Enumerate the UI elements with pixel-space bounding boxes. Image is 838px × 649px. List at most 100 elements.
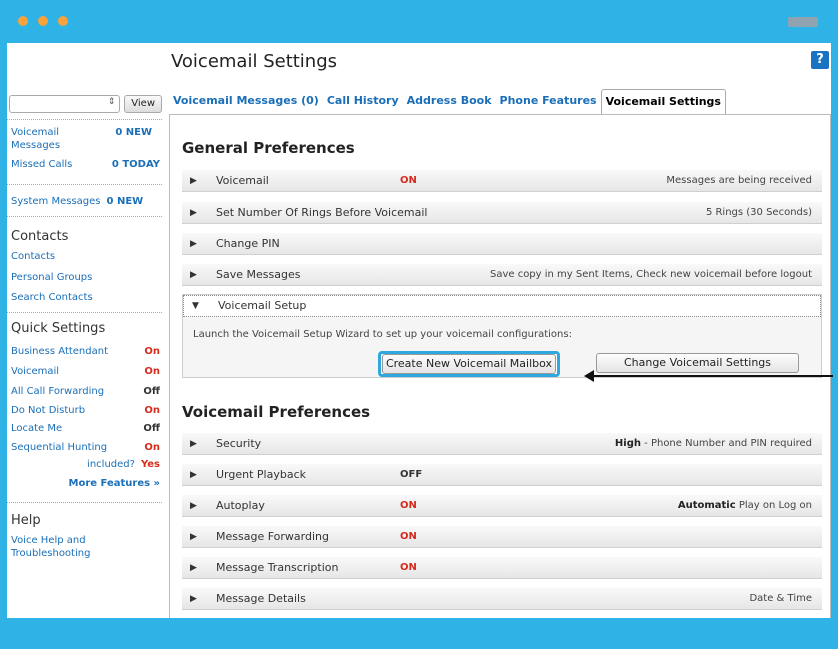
sidebar-item-search-contacts[interactable]: Search Contacts: [7, 288, 162, 308]
pref-value: ON: [400, 531, 417, 542]
quick-setting-sequential-hunting[interactable]: Sequential Hunting On: [7, 438, 162, 458]
view-selector-row: ⇕ View: [7, 95, 162, 113]
pref-row-urgent-playback[interactable]: ▶ Urgent Playback OFF: [182, 464, 822, 486]
collapse-arrow-icon[interactable]: ▼: [192, 296, 199, 316]
quick-setting-state[interactable]: Off: [143, 382, 160, 402]
pref-row-message-details[interactable]: ▶ Message Details Date & Time: [182, 588, 822, 610]
sidebar-item-voicemail-messages[interactable]: Voicemail Messages 0 NEW: [7, 126, 162, 152]
pref-value: ON: [400, 500, 417, 511]
expand-arrow-icon[interactable]: ▶: [190, 233, 197, 255]
quick-setting-state[interactable]: On: [144, 362, 160, 382]
expand-arrow-icon[interactable]: ▶: [190, 526, 197, 548]
pref-description: High - Phone Number and PIN required: [615, 433, 812, 455]
sidebar-item-label[interactable]: Contacts: [11, 250, 55, 267]
more-features-link[interactable]: More Features »: [7, 474, 162, 494]
pref-row-security[interactable]: ▶ Security High - Phone Number and PIN r…: [182, 433, 822, 455]
view-select[interactable]: ⇕: [9, 95, 121, 113]
quick-settings-heading: Quick Settings: [11, 321, 106, 336]
minimize-window-icon[interactable]: [38, 16, 48, 26]
expand-arrow-icon[interactable]: ▶: [190, 557, 197, 579]
quick-setting-label[interactable]: All Call Forwarding: [11, 382, 104, 402]
quick-setting-label[interactable]: Business Attendant: [11, 342, 108, 362]
expand-arrow-icon[interactable]: ▶: [190, 202, 197, 224]
sidebar-item-contacts[interactable]: Contacts: [7, 250, 162, 267]
voicemail-preferences-title: Voicemail Preferences: [182, 403, 371, 421]
help-link[interactable]: Voice Help and Troubleshooting: [7, 534, 107, 560]
quick-setting-business-attendant[interactable]: Business Attendant On: [7, 342, 162, 362]
expand-arrow-icon[interactable]: ▶: [190, 495, 197, 517]
quick-setting-label[interactable]: Locate Me: [11, 419, 62, 438]
quick-setting-locate-me[interactable]: Locate Me Off: [7, 419, 162, 438]
tab-voicemail-settings[interactable]: Voicemail Settings: [600, 89, 726, 115]
page-title: Voicemail Settings: [171, 51, 338, 72]
pref-row-change-pin[interactable]: ▶ Change PIN: [182, 233, 822, 255]
sidebar-item-label[interactable]: Missed Calls: [11, 158, 72, 171]
pref-description-text: - Phone Number and PIN required: [640, 438, 812, 449]
pref-row-save-messages[interactable]: ▶ Save Messages Save copy in my Sent Ite…: [182, 264, 822, 286]
change-voicemail-settings-button[interactable]: Change Voicemail Settings: [596, 353, 799, 373]
window-frame-right: [831, 43, 838, 618]
sidebar: ⇕ View Voicemail Messages 0 NEW Missed C…: [7, 95, 162, 560]
expand-arrow-icon[interactable]: ▶: [190, 588, 197, 610]
expand-arrow-icon[interactable]: ▶: [190, 170, 197, 192]
settings-panel: General Preferences ▶ Voicemail ON Messa…: [169, 114, 831, 618]
maximize-window-icon[interactable]: [58, 16, 68, 26]
contacts-heading: Contacts: [11, 229, 69, 244]
expand-arrow-icon[interactable]: ▶: [190, 433, 197, 455]
quick-setting-all-call-forwarding[interactable]: All Call Forwarding Off: [7, 382, 162, 402]
sidebar-item-label[interactable]: Search Contacts: [11, 288, 93, 308]
included-value: Yes: [140, 459, 160, 470]
quick-setting-state[interactable]: On: [144, 342, 160, 362]
sidebar-item-system-messages[interactable]: System Messages 0 NEW: [7, 195, 162, 208]
help-link-label[interactable]: Voice Help and Troubleshooting: [11, 534, 105, 560]
sidebar-item-label[interactable]: System Messages: [11, 195, 101, 208]
quick-setting-state[interactable]: On: [144, 438, 160, 458]
help-heading: Help: [11, 513, 41, 528]
close-window-icon[interactable]: [18, 16, 28, 26]
pref-value: ON: [400, 562, 417, 573]
pref-row-autoplay[interactable]: ▶ Autoplay ON Automatic Play on Log on: [182, 495, 822, 517]
tab-phone-features[interactable]: Phone Features: [496, 89, 601, 115]
view-button[interactable]: View: [124, 95, 162, 113]
callout-arrow-line: [588, 375, 833, 377]
pref-row-voicemail[interactable]: ▶ Voicemail ON Messages are being receiv…: [182, 170, 822, 192]
expand-arrow-icon[interactable]: ▶: [190, 264, 197, 286]
voicemail-setup-header[interactable]: ▼ Voicemail Setup: [183, 295, 821, 317]
sequential-hunting-included: included? Yes: [7, 458, 162, 474]
sidebar-item-label[interactable]: Voicemail Messages: [11, 126, 81, 152]
pref-label: Change PIN: [216, 237, 280, 250]
tab-voicemail-messages[interactable]: Voicemail Messages (0): [169, 89, 323, 115]
pref-row-message-forwarding[interactable]: ▶ Message Forwarding ON: [182, 526, 822, 548]
pref-description: 5 Rings (30 Seconds): [705, 207, 812, 218]
pref-label: Voicemail: [216, 174, 269, 187]
pref-label: Message Forwarding: [216, 530, 329, 543]
quick-setting-state[interactable]: On: [144, 402, 160, 419]
quick-setting-label[interactable]: Sequential Hunting: [11, 438, 107, 458]
new-count: 0 NEW: [115, 127, 152, 138]
expand-arrow-icon[interactable]: ▶: [190, 464, 197, 486]
quick-setting-label[interactable]: Do Not Disturb: [11, 402, 85, 419]
today-count: 0 TODAY: [111, 159, 160, 170]
pref-row-rings[interactable]: ▶ Set Number Of Rings Before Voicemail 5…: [182, 202, 822, 224]
create-mailbox-button[interactable]: Create New Voicemail Mailbox: [382, 354, 556, 374]
tab-call-history[interactable]: Call History: [323, 89, 403, 115]
quick-setting-label[interactable]: Voicemail: [11, 362, 59, 382]
pref-label: Message Transcription: [216, 561, 339, 574]
help-icon[interactable]: ?: [811, 51, 829, 69]
divider: [7, 184, 162, 185]
divider: [7, 119, 162, 120]
sidebar-item-personal-groups[interactable]: Personal Groups: [7, 267, 162, 288]
sidebar-item-missed-calls[interactable]: Missed Calls 0 TODAY: [7, 158, 162, 171]
window-controls: [18, 16, 68, 26]
divider: [7, 502, 162, 503]
quick-setting-state[interactable]: Off: [143, 419, 160, 438]
quick-setting-do-not-disturb[interactable]: Do Not Disturb On: [7, 402, 162, 419]
setup-instructions: Launch the Voicemail Setup Wizard to set…: [193, 329, 572, 340]
more-features-label[interactable]: More Features »: [69, 474, 160, 494]
pref-row-message-transcription[interactable]: ▶ Message Transcription ON: [182, 557, 822, 579]
tab-address-book[interactable]: Address Book: [403, 89, 496, 115]
sidebar-item-label[interactable]: Personal Groups: [11, 267, 92, 288]
general-preferences-title: General Preferences: [182, 139, 355, 157]
pref-label: Autoplay: [216, 499, 265, 512]
quick-setting-voicemail[interactable]: Voicemail On: [7, 362, 162, 382]
